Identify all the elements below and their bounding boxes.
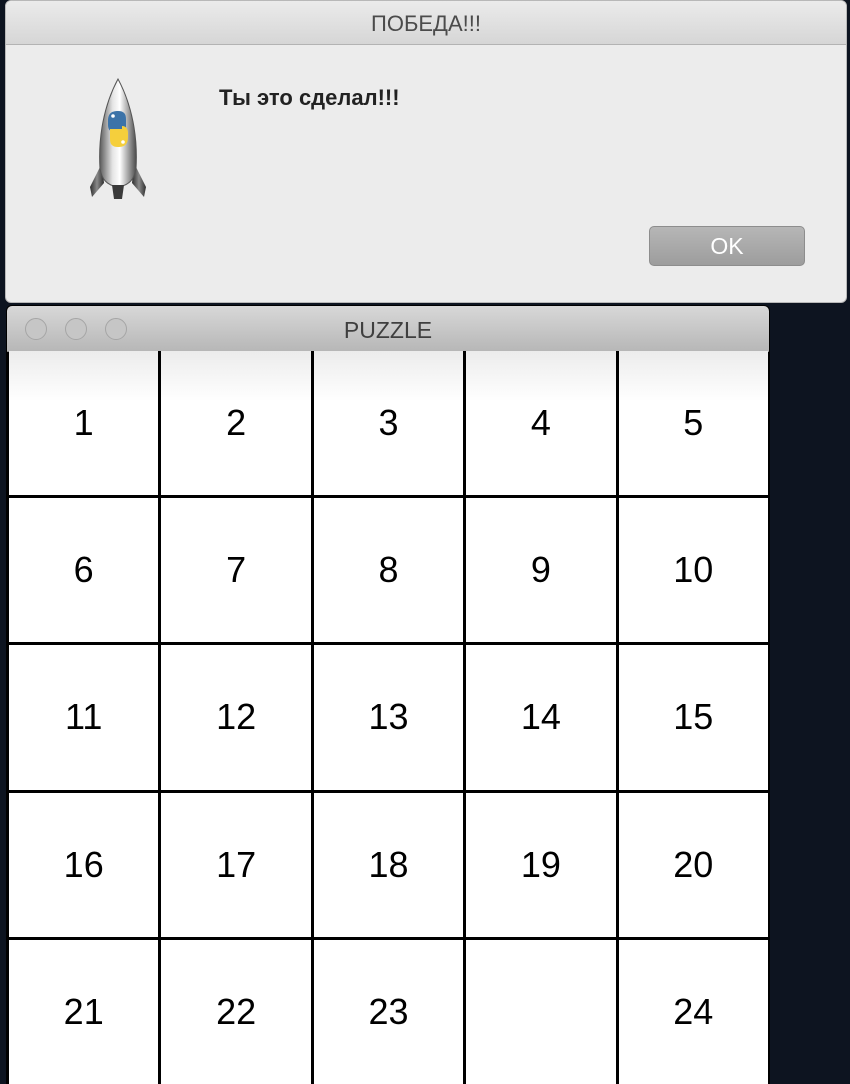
dialog-message: Ты это сделал!!! <box>219 85 400 110</box>
puzzle-tile[interactable]: 8 <box>313 498 464 643</box>
puzzle-tile[interactable]: 12 <box>161 645 311 790</box>
puzzle-tile[interactable]: 16 <box>9 792 159 937</box>
ok-button[interactable]: OK <box>649 226 805 266</box>
window-title: PUZZLE <box>343 317 433 343</box>
victory-dialog: ПОБЕДА!!! Ты это сделал!!! OK <box>5 0 847 303</box>
puzzle-tile[interactable]: 3 <box>313 351 464 496</box>
puzzle-titlebar[interactable]: PUZZLE <box>7 306 769 352</box>
puzzle-tile[interactable]: 19 <box>466 792 616 937</box>
puzzle-tile[interactable]: 13 <box>313 645 464 790</box>
puzzle-grid: 1 2 3 4 5 6 7 8 9 10 11 12 13 14 15 16 1… <box>9 351 768 1084</box>
puzzle-tile[interactable]: 24 <box>618 939 768 1084</box>
puzzle-empty-slot[interactable] <box>466 939 616 1084</box>
puzzle-tile[interactable]: 17 <box>161 792 311 937</box>
puzzle-tile[interactable]: 1 <box>9 351 159 496</box>
puzzle-tile[interactable]: 11 <box>9 645 159 790</box>
puzzle-tile[interactable]: 2 <box>161 351 311 496</box>
puzzle-tile[interactable]: 10 <box>618 498 768 643</box>
puzzle-tile[interactable]: 23 <box>313 939 464 1084</box>
puzzle-tile[interactable]: 18 <box>313 792 464 937</box>
puzzle-tile[interactable]: 9 <box>466 498 616 643</box>
puzzle-tile[interactable]: 7 <box>161 498 311 643</box>
puzzle-tile[interactable]: 15 <box>618 645 768 790</box>
puzzle-window: PUZZLE 1 2 3 4 5 6 7 8 9 10 11 12 13 14 … <box>6 305 770 1084</box>
puzzle-tile[interactable]: 21 <box>9 939 159 1084</box>
dialog-titlebar[interactable]: ПОБЕДА!!! <box>6 1 846 45</box>
python-rocket-icon <box>86 77 150 205</box>
puzzle-tile[interactable]: 22 <box>161 939 311 1084</box>
puzzle-tile[interactable]: 6 <box>9 498 159 643</box>
puzzle-tile[interactable]: 4 <box>466 351 616 496</box>
dialog-title: ПОБЕДА!!! <box>371 11 481 36</box>
puzzle-tile[interactable]: 20 <box>618 792 768 937</box>
puzzle-tile[interactable]: 14 <box>466 645 616 790</box>
puzzle-tile[interactable]: 5 <box>618 351 768 496</box>
